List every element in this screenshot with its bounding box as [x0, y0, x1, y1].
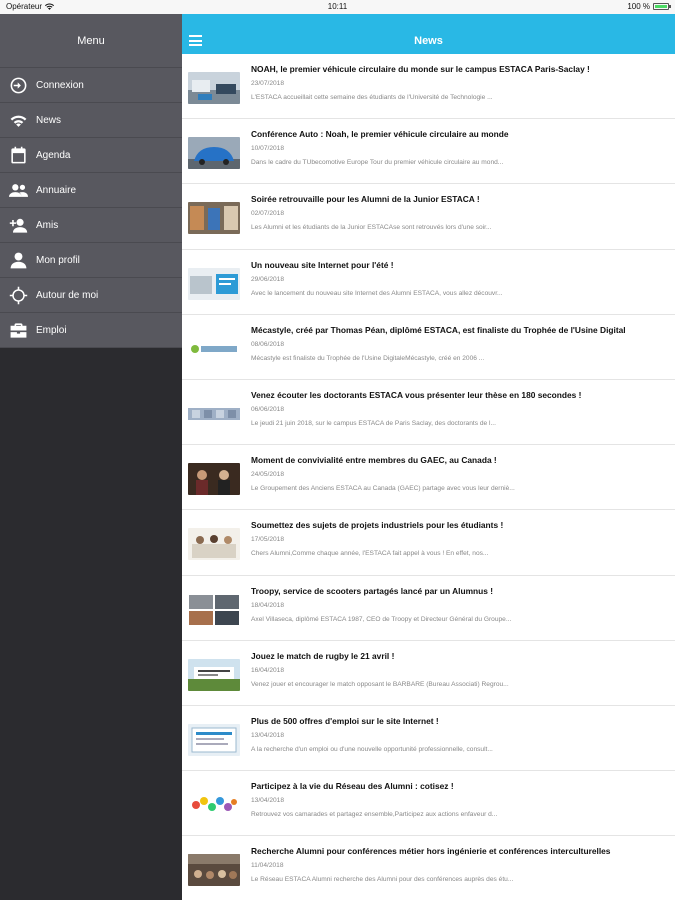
crosshair-icon — [8, 285, 28, 305]
news-item[interactable]: Moment de convivialité entre membres du … — [182, 445, 675, 511]
sidebar-title: Menu — [0, 14, 182, 68]
sidebar-item-label: Emploi — [36, 324, 67, 336]
user-icon — [8, 250, 28, 270]
news-item[interactable]: Jouez le match de rugby le 21 avril ! 16… — [182, 640, 675, 706]
news-date: 08/06/2018 — [251, 340, 285, 348]
news-thumbnail — [188, 202, 240, 235]
news-thumbnail — [188, 137, 240, 170]
briefcase-icon — [8, 320, 28, 340]
news-date: 02/07/2018 — [251, 210, 285, 218]
news-excerpt: Axel Villaseca, diplômé ESTACA 1987, CEO… — [251, 615, 512, 623]
sidebar-item-label: Connexion — [36, 79, 84, 91]
sidebar-item-label: Agenda — [36, 149, 71, 161]
battery-indicator: 100 % — [627, 2, 671, 11]
news-item[interactable]: Plus de 500 offres d'emploi sur le site … — [182, 705, 675, 772]
news-title: NOAH, le premier véhicule circulaire du … — [251, 64, 590, 74]
sidebar-item-autour-de-moi[interactable]: Autour de moi — [0, 278, 182, 313]
battery-icon — [653, 3, 671, 10]
news-title: Moment de convivialité entre membres du … — [251, 455, 497, 466]
news-excerpt: Avec le lancement du nouveau site Intern… — [251, 289, 503, 297]
news-item[interactable]: Soumettez des sujets de projets industri… — [182, 510, 675, 576]
news-list: NOAH, le premier véhicule circulaire du … — [182, 54, 675, 900]
news-excerpt: Chers Alumni,Comme chaque année, l'ESTAC… — [251, 550, 489, 558]
news-excerpt: A la recherche d'un emploi ou d'une nouv… — [251, 745, 493, 753]
news-thumbnail — [188, 463, 240, 496]
news-title: Conférence Auto : Noah, le premier véhic… — [251, 129, 509, 140]
news-thumbnail — [188, 789, 240, 822]
news-title: Venez écouter les doctorants ESTACA vous… — [251, 389, 582, 400]
sidebar-item-label: Autour de moi — [36, 289, 99, 301]
news-excerpt: Les Alumni et les étudiants de la Junior… — [251, 224, 492, 232]
news-title: Soumettez des sujets de projets industri… — [251, 520, 504, 531]
add-friend-icon — [8, 215, 28, 235]
login-icon — [8, 75, 28, 95]
news-thumbnail — [188, 658, 240, 691]
news-date: 29/06/2018 — [251, 275, 285, 283]
news-thumbnail — [188, 528, 240, 561]
news-excerpt: L'ESTACA accueillait cette semaine des é… — [251, 94, 493, 101]
news-excerpt: Retrouvez vos camarades et partagez ense… — [251, 811, 498, 819]
news-title: Recherche Alumni pour conférences métier… — [251, 846, 611, 857]
news-thumbnail — [188, 72, 240, 104]
news-date: 18/04/2018 — [251, 601, 285, 609]
news-item[interactable]: NOAH, le premier véhicule circulaire du … — [182, 54, 675, 120]
news-thumbnail — [188, 332, 240, 365]
sidebar-item-news[interactable]: News — [0, 103, 182, 138]
battery-percent: 100 % — [627, 2, 650, 11]
sidebar-menu: Menu Connexion News Agenda Annuaire Amis — [0, 14, 182, 900]
news-excerpt: Le Groupement des Anciens ESTACA au Cana… — [251, 485, 515, 493]
news-item[interactable]: Participez à la vie du Réseau des Alumni… — [182, 771, 675, 837]
news-date: 13/04/2018 — [251, 797, 285, 805]
news-title: Soirée retrouvaille pour les Alumni de l… — [251, 194, 480, 205]
news-date: 24/05/2018 — [251, 471, 285, 479]
news-title: Plus de 500 offres d'emploi sur le site … — [251, 715, 439, 726]
sidebar-item-amis[interactable]: Amis — [0, 208, 182, 243]
news-date: 16/04/2018 — [251, 666, 285, 674]
news-title: Mécastyle, créé par Thomas Péan, diplômé… — [251, 324, 626, 335]
news-excerpt: Venez jouer et encourager le match oppos… — [251, 680, 509, 688]
news-item[interactable]: Soirée retrouvaille pour les Alumni de l… — [182, 184, 675, 250]
sidebar-item-connexion[interactable]: Connexion — [0, 68, 182, 103]
news-title: Participez à la vie du Réseau des Alumni… — [251, 781, 454, 792]
group-icon — [8, 180, 28, 200]
news-thumbnail — [188, 593, 240, 626]
news-title: Un nouveau site Internet pour l'été ! — [251, 259, 394, 270]
news-date: 10/07/2018 — [251, 145, 285, 153]
news-item[interactable]: Mécastyle, créé par Thomas Péan, diplômé… — [182, 314, 675, 380]
sidebar-item-label: Amis — [36, 219, 59, 231]
news-excerpt: Le Réseau ESTACA Alumni recherche des Al… — [251, 876, 514, 884]
sidebar-item-label: Mon profil — [36, 254, 80, 266]
sidebar-item-emploi[interactable]: Emploi — [0, 313, 182, 348]
news-excerpt: Dans le cadre du TUbecomotive Europe Tou… — [251, 159, 504, 167]
clock: 10:11 — [327, 2, 348, 11]
news-title: Troopy, service de scooters partagés lan… — [251, 585, 494, 596]
sidebar-item-agenda[interactable]: Agenda — [0, 138, 182, 173]
news-excerpt: Le jeudi 21 juin 2018, sur le campus EST… — [251, 419, 496, 427]
news-thumbnail — [188, 397, 240, 430]
news-thumbnail — [188, 723, 240, 756]
sidebar-item-annuaire[interactable]: Annuaire — [0, 173, 182, 208]
page-title: News — [414, 35, 443, 47]
news-date: 13/04/2018 — [251, 731, 285, 739]
news-thumbnail — [188, 267, 240, 300]
news-item[interactable]: Conférence Auto : Noah, le premier véhic… — [182, 119, 675, 185]
sidebar-item-label: News — [36, 114, 62, 126]
wifi-icon — [8, 110, 28, 130]
status-bar: Opérateur 10:11 100 % — [0, 0, 675, 14]
sidebar-item-mon-profil[interactable]: Mon profil — [0, 243, 182, 278]
news-date: 17/05/2018 — [251, 536, 285, 544]
news-excerpt: Mécastyle est finaliste du Trophée de l'… — [251, 354, 485, 362]
news-date: 23/07/2018 — [251, 80, 285, 87]
news-item[interactable]: Venez écouter les doctorants ESTACA vous… — [182, 379, 675, 446]
news-item[interactable]: Troopy, service de scooters partagés lan… — [182, 575, 675, 641]
news-title: Jouez le match de rugby le 21 avril ! — [251, 650, 395, 661]
sidebar-item-label: Annuaire — [36, 184, 77, 196]
news-thumbnail — [188, 854, 240, 887]
calendar-icon — [8, 145, 28, 165]
news-item[interactable]: Recherche Alumni pour conférences métier… — [182, 836, 675, 900]
news-date: 11/04/2018 — [251, 862, 284, 870]
news-item[interactable]: Un nouveau site Internet pour l'été ! 29… — [182, 249, 675, 315]
news-date: 06/06/2018 — [251, 405, 285, 413]
